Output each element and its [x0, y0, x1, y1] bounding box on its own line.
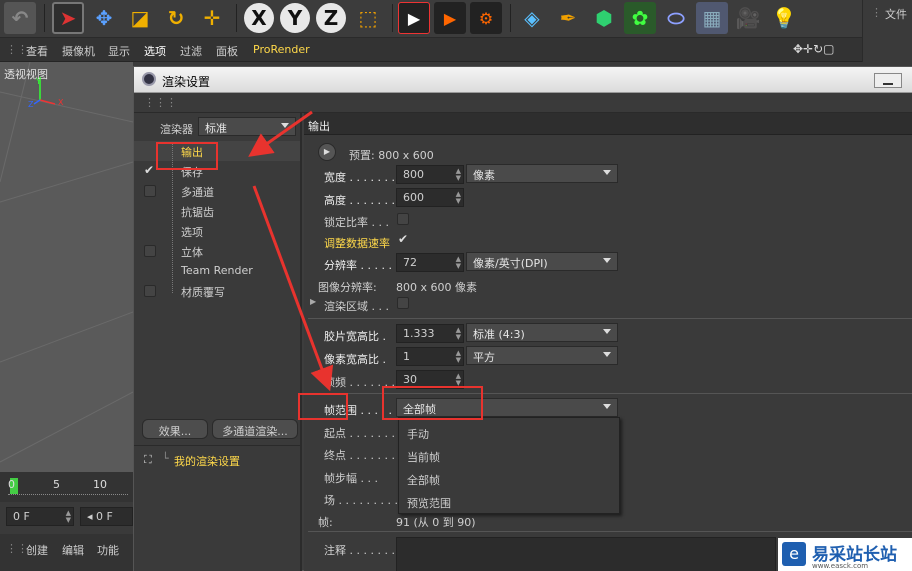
annotation-arrows [248, 110, 334, 392]
watermark: e 易采站长站 www.easck.com [778, 538, 912, 571]
watermark-logo-icon: e [782, 542, 806, 566]
watermark-url: www.easck.com [812, 562, 869, 570]
